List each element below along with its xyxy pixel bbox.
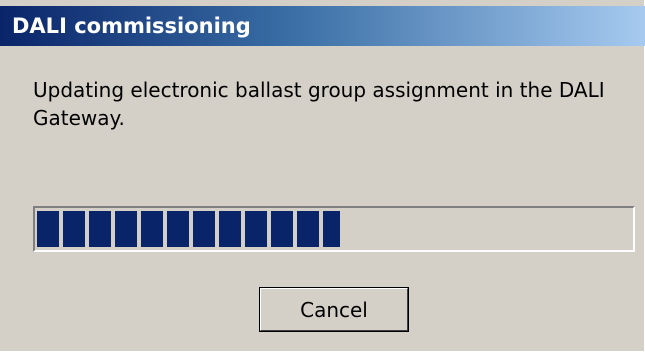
progress-fill: [37, 211, 340, 247]
dali-commissioning-dialog: DALI commissioning Updating electronic b…: [0, 0, 645, 352]
progress-bar: [33, 206, 635, 252]
cancel-button[interactable]: Cancel: [259, 287, 409, 332]
progress-track: [37, 211, 631, 247]
window-title: DALI commissioning: [12, 14, 251, 38]
title-bar[interactable]: DALI commissioning: [0, 6, 645, 46]
status-message: Updating electronic ballast group assign…: [33, 78, 605, 130]
